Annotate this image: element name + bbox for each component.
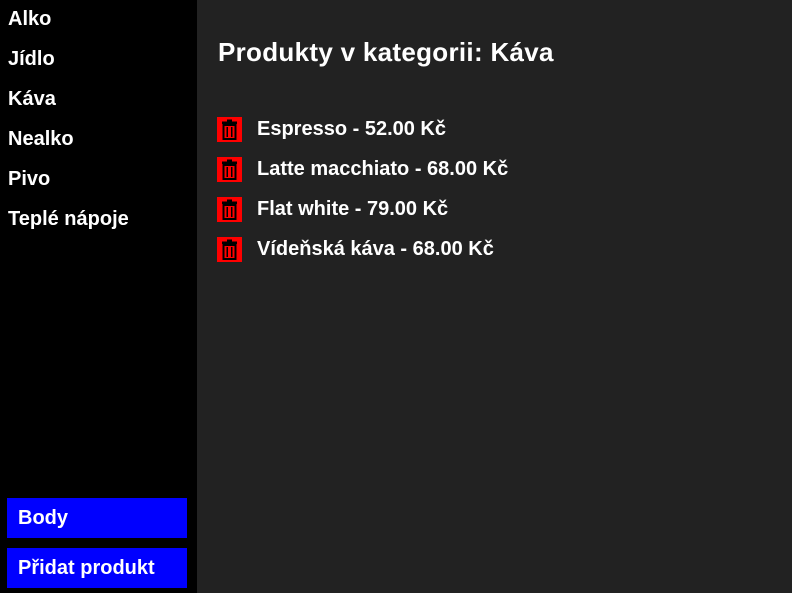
app-window: Alko Jídlo Káva Nealko Pivo Teplé nápoje… [0,0,792,593]
product-label: Espresso - 52.00 Kč [257,118,446,140]
product-list: Espresso - 52.00 Kč Latte macchiato - 68… [217,117,508,277]
trash-icon [222,239,237,260]
category-item-alko[interactable]: Alko [0,0,197,40]
product-row: Flat white - 79.00 Kč [217,197,508,237]
body-button[interactable]: Body [7,498,187,538]
product-label: Latte macchiato - 68.00 Kč [257,158,509,180]
category-item-kava[interactable]: Káva [0,80,197,120]
product-label: Flat white - 79.00 Kč [257,198,449,220]
trash-icon [222,199,237,220]
delete-product-button[interactable] [217,237,242,262]
delete-product-button[interactable] [217,157,242,182]
delete-product-button[interactable] [217,197,242,222]
product-label: Vídeňská káva - 68.00 Kč [257,238,494,260]
product-row: Vídeňská káva - 68.00 Kč [217,237,508,277]
main-panel: Produkty v kategorii: Káva Espresso - 52… [197,0,792,593]
delete-product-button[interactable] [217,117,242,142]
category-item-pivo[interactable]: Pivo [0,160,197,200]
add-product-button[interactable]: Přidat produkt [7,548,187,588]
trash-icon [222,119,237,140]
sidebar: Alko Jídlo Káva Nealko Pivo Teplé nápoje… [0,0,197,593]
category-item-jidlo[interactable]: Jídlo [0,40,197,80]
category-list: Alko Jídlo Káva Nealko Pivo Teplé nápoje [0,0,197,240]
product-row: Latte macchiato - 68.00 Kč [217,157,508,197]
trash-icon [222,159,237,180]
category-item-teple-napoje[interactable]: Teplé nápoje [0,200,197,240]
product-row: Espresso - 52.00 Kč [217,117,508,157]
page-title: Produkty v kategorii: Káva [218,37,554,67]
category-item-nealko[interactable]: Nealko [0,120,197,160]
